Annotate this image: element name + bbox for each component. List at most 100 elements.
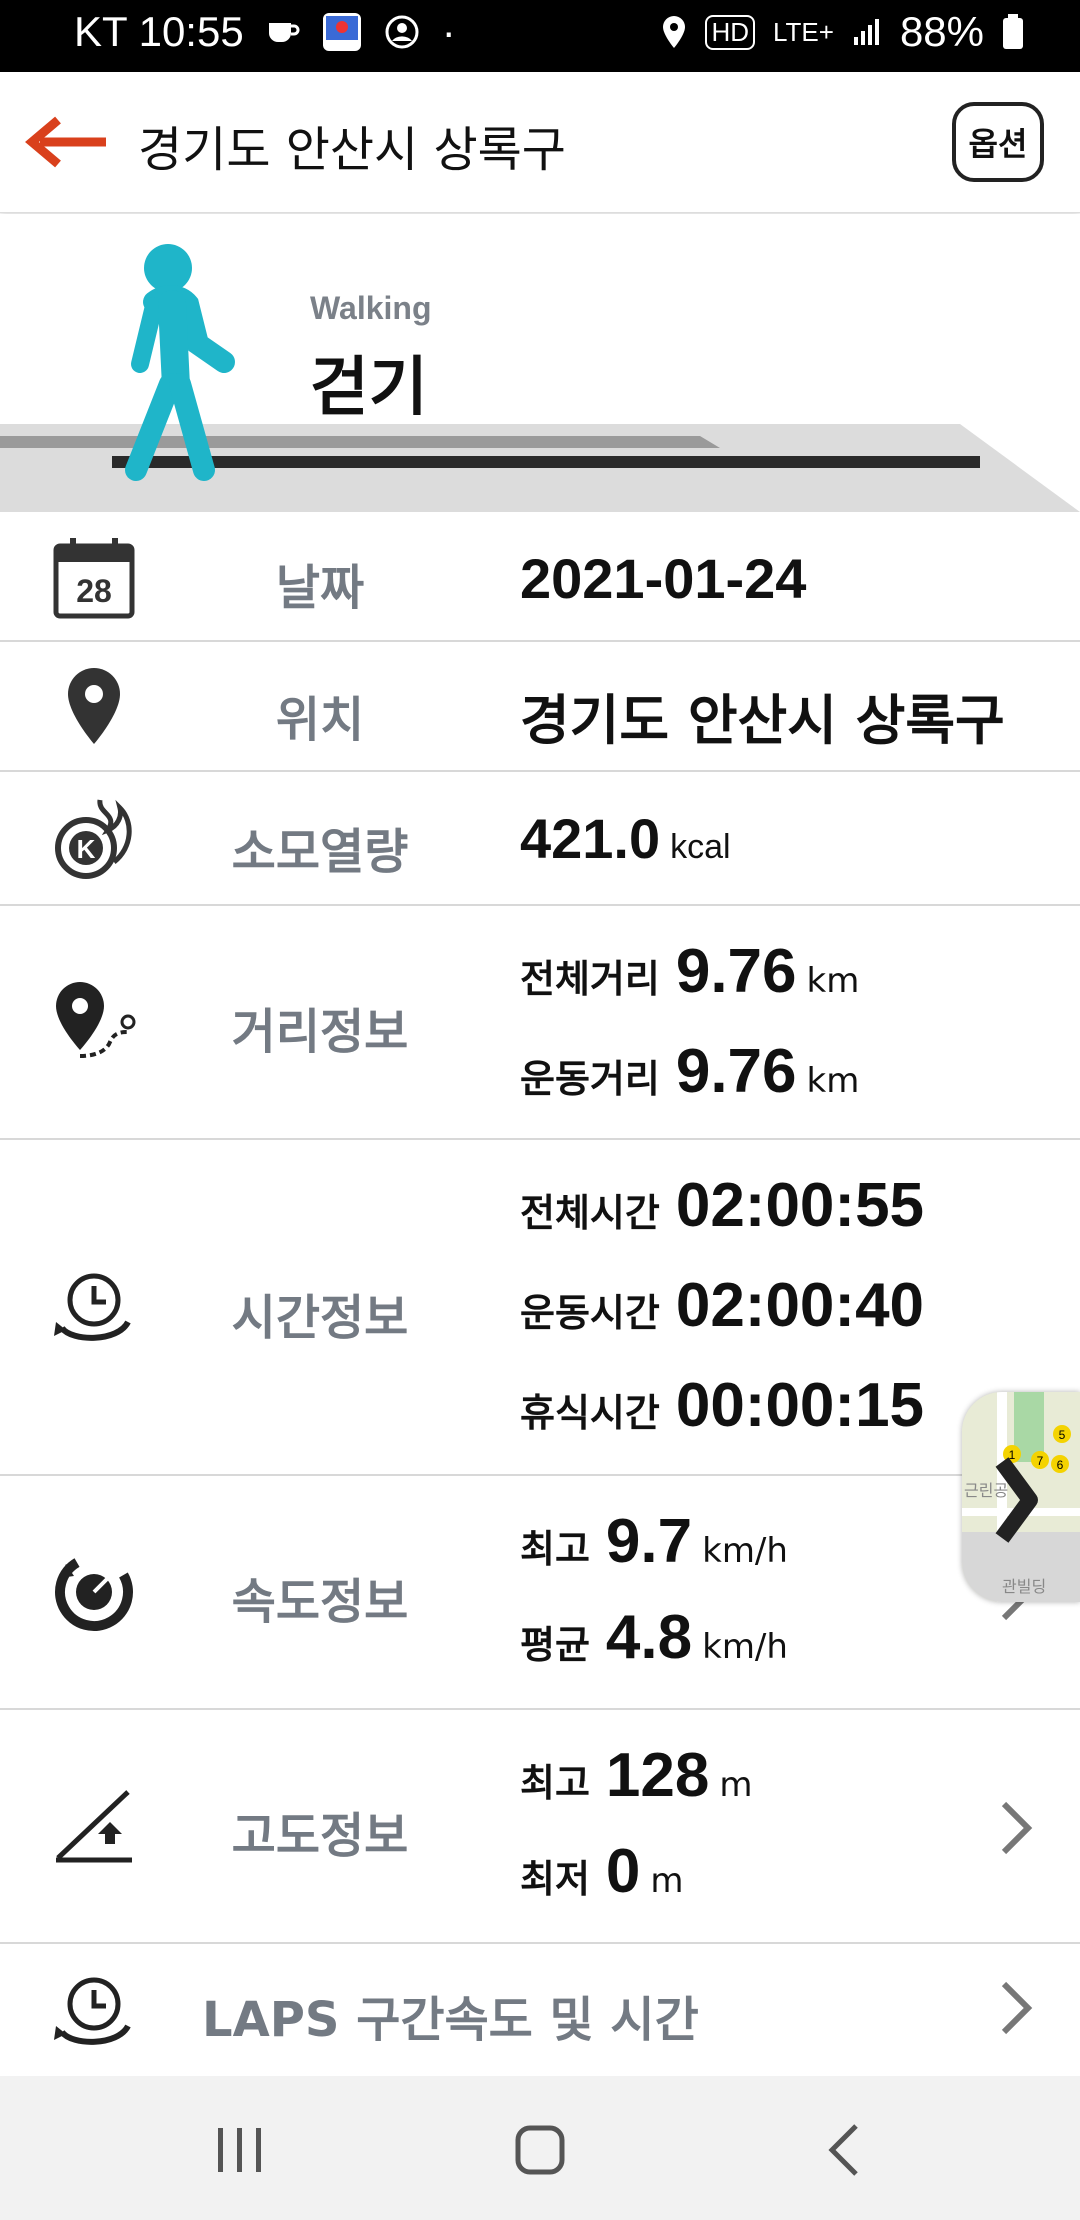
distance-label: 거리정보 [231,1004,409,1060]
calories-label: 소모열량 [231,824,409,880]
map-marker-2: 7 [1037,1454,1044,1468]
summary-list: 28 날짜 2021-01-24 위치 경기도 안산시 상록구 K 소모열량 4… [0,512,1080,2074]
home-icon[interactable] [510,2120,570,2180]
location-value: 경기도 안산시 상록구 [520,689,1005,752]
time-label: 시간정보 [231,1290,409,1346]
activity-korean-label: 걷기 [310,351,428,425]
total-distance-value: 9.76 [675,937,797,1006]
activity-banner: Walking 걷기 [0,214,1080,512]
laps-label: LAPS 구간속도 및 시간 [202,1992,699,2048]
rest-time-label: 휴식시간 [520,1391,660,1435]
page-title: 경기도 안산시 상록구 [138,122,566,178]
avg-speed-value: 4.8 [605,1603,693,1672]
max-speed-line: 최고 9.7 km/h [520,1506,788,1577]
speedometer-icon [48,1546,140,1638]
app-notification-icon [322,12,362,52]
total-time-label: 전체시간 [520,1191,660,1235]
back-arrow-icon [25,116,106,168]
calories-value-line: 421.0 kcal [520,806,731,871]
laps-chevron-icon [1001,1981,1033,2035]
altitude-chevron-icon [1001,1801,1033,1855]
back-button[interactable] [22,112,110,172]
calendar-icon: 28 [48,532,140,624]
total-distance-label: 전체거리 [520,957,660,1001]
map-marker-3: 6 [1057,1458,1064,1472]
rest-time-line: 휴식시간 00:00:15 [520,1370,924,1441]
max-speed-unit: km/h [702,1531,788,1571]
status-bar: KT 10:55 · HD LTE+ 88% [0,0,1080,72]
battery-icon [1002,14,1024,50]
total-time-line: 전체시간 02:00:55 [520,1170,924,1241]
recent-apps-icon[interactable] [210,2120,270,2180]
min-altitude-line: 최저 0 m [520,1836,684,1907]
map-thumbnail-button[interactable]: 1 7 6 5 근린공 관빌딩 [962,1392,1080,1602]
max-altitude-unit: m [719,1765,753,1805]
lte-icon: LTE+ [773,16,834,47]
signal-icon [852,17,882,47]
min-altitude-label: 최저 [520,1857,590,1901]
exercise-distance-value: 9.76 [675,1037,797,1106]
altitude-label: 고도정보 [231,1808,409,1864]
location-pin-icon [48,660,140,752]
distance-row: 거리정보 전체거리 9.76 km 운동거리 9.76 km [0,906,1080,1140]
date-value: 2021-01-24 [520,547,807,610]
avg-speed-unit: km/h [702,1627,788,1667]
clock-cycle-icon [48,1260,140,1352]
rest-time-value: 00:00:15 [675,1371,925,1440]
app-header: 경기도 안산시 상록구 옵션 [0,72,1080,213]
account-icon [384,14,420,50]
map-marker-4: 5 [1059,1428,1066,1442]
map-text-bottom: 관빌딩 [1002,1577,1046,1596]
system-nav-bar [0,2076,1080,2220]
total-distance-unit: km [806,961,860,1001]
laps-row[interactable]: LAPS 구간속도 및 시간 [0,1944,1080,2074]
min-altitude-value: 0 [605,1837,641,1906]
total-time-value: 02:00:55 [675,1171,925,1240]
hd-voice-icon: HD [705,14,755,50]
carrier-time: KT 10:55 [74,8,244,55]
calories-unit: kcal [670,828,731,866]
calorie-icon-letter: K [77,834,96,864]
date-label: 날짜 [275,560,365,616]
hd-label: HD [711,16,749,47]
min-altitude-unit: m [650,1861,684,1901]
altitude-row[interactable]: 고도정보 최고 128 m 최저 0 m [0,1710,1080,1944]
avg-speed-line: 평균 4.8 km/h [520,1602,788,1673]
max-altitude-value: 128 [605,1741,710,1810]
laps-clock-icon [48,1964,140,2056]
options-label: 옵션 [968,125,1028,163]
exercise-time-label: 운동시간 [520,1291,660,1335]
speed-label: 속도정보 [231,1574,409,1630]
map-text-top: 근린공 [964,1481,1008,1500]
total-distance-line: 전체거리 9.76 km [520,936,859,1007]
route-pin-icon [48,976,140,1068]
time-row: 시간정보 전체시간 02:00:55 운동시간 02:00:40 휴식시간 00… [0,1140,1080,1476]
walking-person-icon [125,244,235,481]
avg-speed-label: 평균 [520,1623,590,1667]
location-row: 위치 경기도 안산시 상록구 [0,642,1080,772]
calories-row: K 소모열량 421.0 kcal [0,772,1080,906]
max-speed-value: 9.7 [605,1507,693,1576]
exercise-distance-unit: km [806,1061,860,1101]
coffee-icon [266,17,300,47]
exercise-distance-line: 운동거리 9.76 km [520,1036,859,1107]
options-button[interactable]: 옵션 [952,102,1044,182]
altitude-slope-icon [48,1780,140,1872]
back-nav-icon[interactable] [816,2120,876,2180]
exercise-time-line: 운동시간 02:00:40 [520,1270,924,1341]
exercise-distance-label: 운동거리 [520,1057,660,1101]
calorie-fire-icon: K [48,792,140,884]
calories-value: 421.0 [520,807,661,870]
max-speed-label: 최고 [520,1527,590,1571]
max-altitude-line: 최고 128 m [520,1740,753,1811]
location-icon [661,15,687,49]
max-altitude-label: 최고 [520,1761,590,1805]
location-label: 위치 [275,692,365,748]
date-row: 28 날짜 2021-01-24 [0,512,1080,642]
battery-level: 88% [899,8,984,55]
status-dot: · [441,8,456,55]
speed-row[interactable]: 속도정보 최고 9.7 km/h 평균 4.8 km/h [0,1476,1080,1710]
activity-english-label: Walking [310,290,432,326]
map-preview: 1 7 6 5 근린공 관빌딩 [962,1392,1080,1602]
calendar-day: 28 [76,573,112,609]
